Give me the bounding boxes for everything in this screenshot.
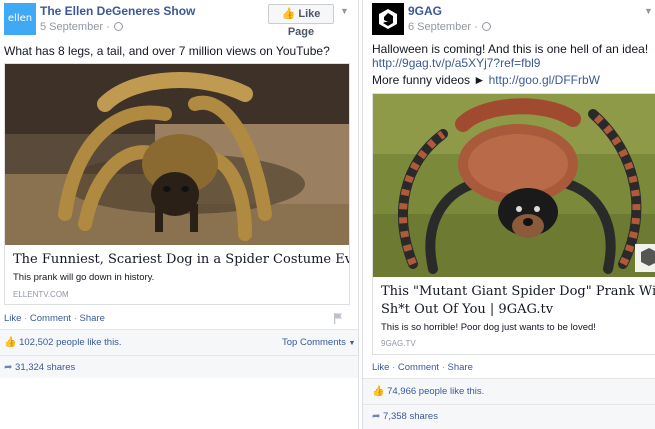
- card-image[interactable]: [373, 94, 655, 277]
- card-title-line1[interactable]: This "Mutant Giant Spider Dog" Prank Wil…: [381, 284, 655, 299]
- likes-summary: 👍 74,966 people like this.: [372, 386, 484, 397]
- chevron-down-icon[interactable]: ▼: [340, 6, 350, 16]
- date-text[interactable]: 5 September: [40, 21, 103, 33]
- post-message-line1: Halloween is coming! And this is one hel…: [372, 42, 649, 56]
- post-actions: Like · Comment · Share: [4, 313, 105, 324]
- card-description: This prank will go down in history.: [13, 272, 155, 283]
- shares-count: 31,324 shares: [15, 362, 76, 373]
- 9gag-avatar[interactable]: [372, 3, 404, 35]
- chevron-down-icon[interactable]: ▼: [644, 6, 654, 16]
- 9gag-logo-icon: [372, 3, 404, 35]
- likes-count-link[interactable]: 102,502 people: [19, 337, 85, 348]
- divider: [0, 329, 358, 330]
- spider-dog-image: [5, 64, 349, 245]
- shares-summary[interactable]: ➦ 7,358 shares: [372, 411, 438, 422]
- chevron-down-icon: ▼: [348, 340, 356, 347]
- top-comments-selector[interactable]: Top Comments ▼: [282, 337, 355, 348]
- ellen-post: ellen The Ellen DeGeneres Show 5 Septemb…: [0, 0, 359, 429]
- shares-count: 7,358 shares: [383, 411, 438, 422]
- page-name-link[interactable]: The Ellen DeGeneres Show: [40, 4, 195, 18]
- comment-action[interactable]: Comment: [398, 362, 439, 373]
- spider-dog-image: [373, 94, 655, 277]
- link-card[interactable]: This "Mutant Giant Spider Dog" Prank Wil…: [372, 93, 655, 355]
- share-arrow-icon: ➦: [372, 411, 381, 422]
- post-message: What has 8 legs, a tail, and over 7 mill…: [4, 44, 330, 58]
- card-title-line2[interactable]: Sh*t Out Of You | 9GAG.tv: [381, 302, 553, 317]
- likes-summary: 👍 102,502 people like this.: [4, 337, 122, 348]
- card-image[interactable]: [5, 64, 349, 245]
- like-action[interactable]: Like: [4, 313, 21, 324]
- post-actions: Like · Comment · Share: [372, 362, 473, 373]
- globe-icon: [113, 22, 123, 31]
- like-action[interactable]: Like: [372, 362, 389, 373]
- likes-count-link[interactable]: 74,966 people: [387, 386, 447, 397]
- likes-suffix: like this.: [87, 337, 122, 348]
- comment-action[interactable]: Comment: [30, 313, 71, 324]
- top-comments-label: Top Comments: [282, 337, 346, 348]
- like-page-button[interactable]: 👍 Like Page: [268, 4, 334, 38]
- divider: [363, 404, 655, 405]
- card-description: This is so horrible! Poor dog just wants…: [381, 322, 596, 333]
- post-date: 6 September ·: [408, 21, 491, 33]
- post-message-line3: More funny videos ► http://goo.gl/DFFrbW: [372, 73, 600, 87]
- divider: [363, 378, 655, 379]
- post-message-link2[interactable]: http://goo.gl/DFFrbW: [489, 73, 600, 87]
- post-date: 5 September ·: [40, 21, 123, 33]
- card-domain: 9GAG.TV: [381, 339, 416, 348]
- share-arrow-icon: ➦: [4, 362, 13, 373]
- more-videos-label: More funny videos ►: [372, 73, 486, 87]
- card-title[interactable]: The Funniest, Scariest Dog in a Spider C…: [13, 252, 349, 267]
- post-message-link1[interactable]: http://9gag.tv/p/a5XYj7?ref=fbl9: [372, 56, 540, 70]
- globe-icon: [481, 22, 491, 31]
- share-action[interactable]: Share: [448, 362, 473, 373]
- likes-suffix: like this.: [449, 386, 485, 397]
- shares-summary[interactable]: ➦ 31,324 shares: [4, 362, 75, 373]
- divider: [0, 355, 358, 356]
- thumbs-up-icon: 👍: [4, 337, 17, 348]
- share-action[interactable]: Share: [80, 313, 105, 324]
- date-text[interactable]: 6 September: [408, 21, 471, 33]
- flag-icon[interactable]: [333, 313, 343, 324]
- page-name-link[interactable]: 9GAG: [408, 4, 442, 18]
- link-card[interactable]: The Funniest, Scariest Dog in a Spider C…: [4, 63, 350, 305]
- card-domain: ELLENTV.COM: [13, 290, 69, 299]
- thumbs-up-icon: 👍: [372, 386, 385, 397]
- ellen-avatar[interactable]: ellen: [4, 3, 36, 35]
- thumbs-up-icon: 👍: [281, 8, 296, 20]
